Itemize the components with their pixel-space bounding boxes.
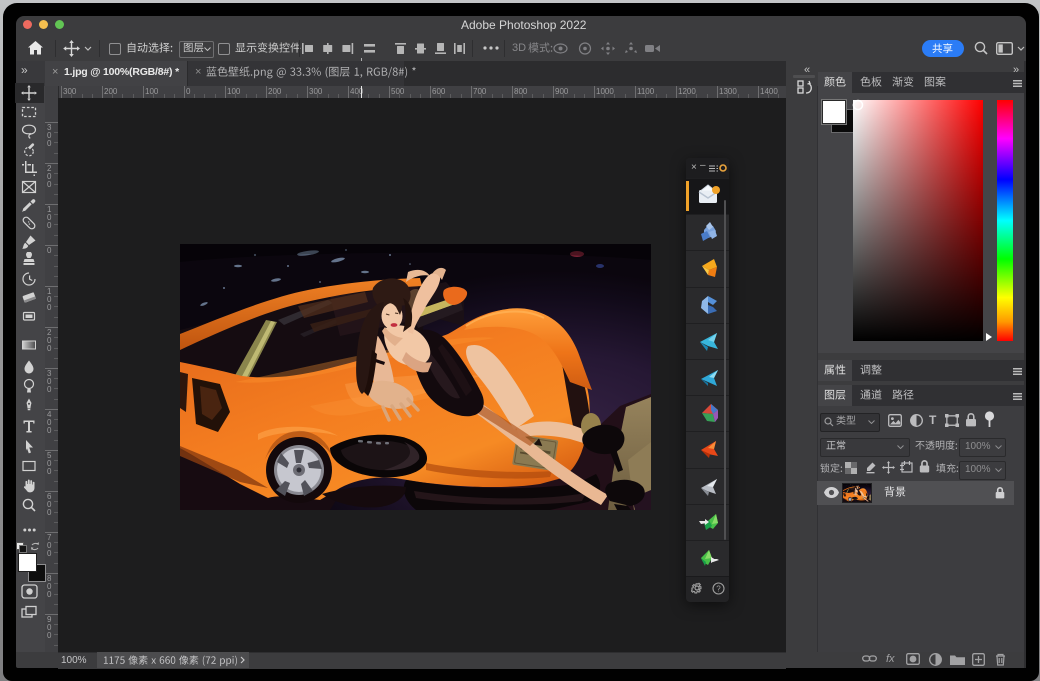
svg-text:?: ?: [716, 584, 721, 593]
